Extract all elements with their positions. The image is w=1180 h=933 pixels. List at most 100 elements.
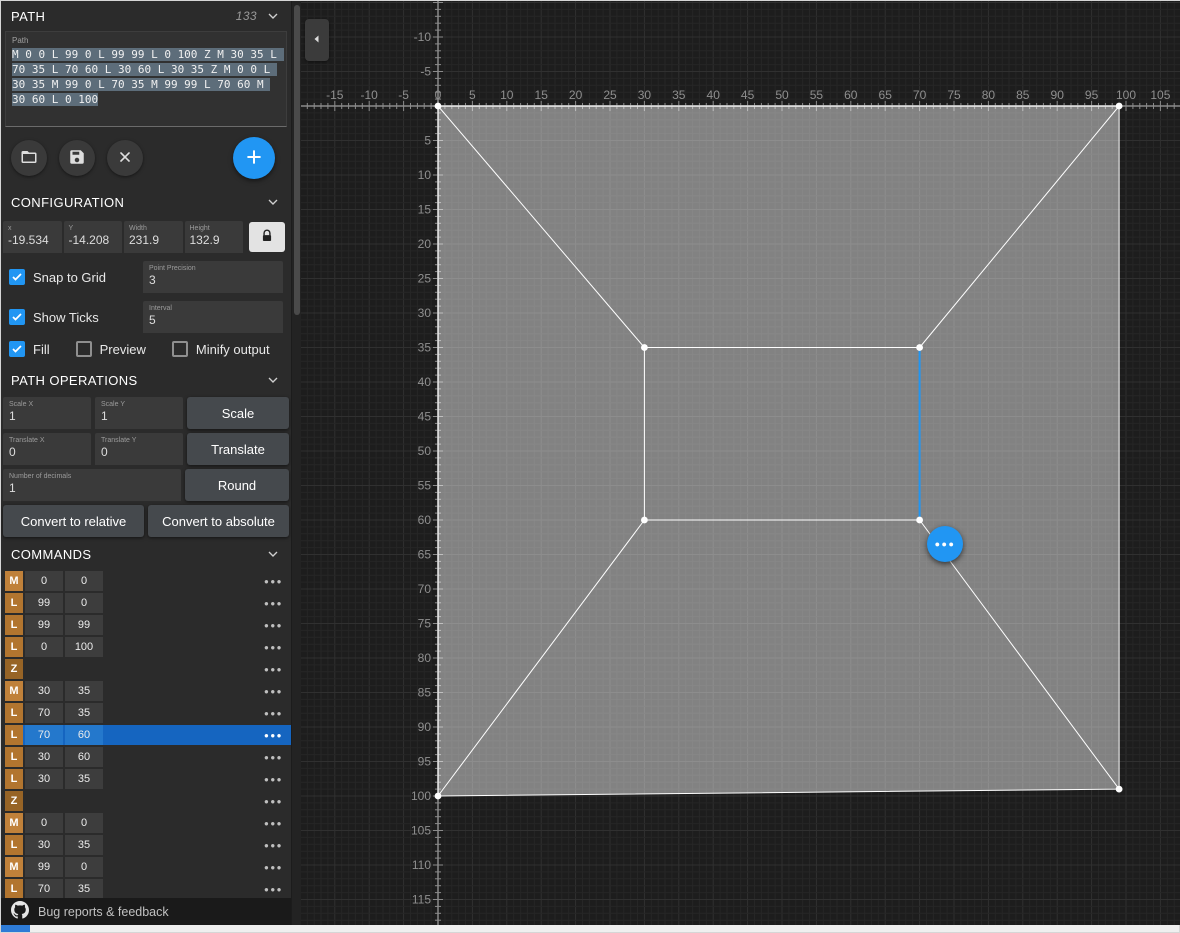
sidebar-scrollbar-thumb[interactable] — [294, 5, 300, 315]
point-precision-field[interactable]: Point Precision 3 — [143, 261, 283, 293]
command-menu-button[interactable]: ●●● — [264, 643, 283, 652]
command-value-cell[interactable]: 30 — [25, 769, 63, 789]
convert-to-relative-button[interactable]: Convert to relative — [3, 505, 144, 537]
command-type-badge[interactable]: L — [5, 769, 23, 789]
command-type-badge[interactable]: M — [5, 813, 23, 833]
convert-to-absolute-button[interactable]: Convert to absolute — [148, 505, 289, 537]
command-value-cell[interactable]: 0 — [25, 571, 63, 591]
command-value-cell[interactable]: 30 — [25, 835, 63, 855]
feedback-link[interactable]: Bug reports & feedback — [38, 905, 169, 919]
command-type-badge[interactable]: M — [5, 571, 23, 591]
feedback-footer[interactable]: Bug reports & feedback — [1, 898, 291, 925]
command-type-badge[interactable]: L — [5, 637, 23, 657]
command-menu-button[interactable]: ●●● — [264, 841, 283, 850]
command-value-cell[interactable]: 35 — [65, 769, 103, 789]
configuration-section-header[interactable]: CONFIGURATION — [1, 187, 291, 217]
collapse-sidebar-button[interactable] — [305, 19, 329, 61]
command-value-cell[interactable]: 30 — [25, 681, 63, 701]
command-type-badge[interactable]: M — [5, 857, 23, 877]
command-type-badge[interactable]: L — [5, 879, 23, 899]
command-value-cell[interactable]: 99 — [25, 615, 63, 635]
translate-x-field[interactable]: Translate X 0 — [3, 433, 91, 465]
command-menu-button[interactable]: ●●● — [264, 885, 283, 894]
command-menu-button[interactable]: ●●● — [264, 731, 283, 740]
command-row[interactable]: L9999●●● — [5, 615, 291, 635]
preview-checkbox[interactable] — [76, 341, 92, 357]
command-menu-button[interactable]: ●●● — [264, 665, 283, 674]
command-value-cell[interactable]: 35 — [65, 703, 103, 723]
command-row[interactable]: L7035 ●●● — [5, 703, 291, 723]
command-value-cell[interactable]: 35 — [65, 879, 103, 899]
commands-section-header[interactable]: COMMANDS — [1, 539, 291, 569]
command-menu-button[interactable]: ●●● — [264, 577, 283, 586]
sidebar-scrollbar[interactable] — [291, 1, 301, 925]
command-menu-button[interactable]: ●●● — [264, 753, 283, 762]
command-menu-button[interactable]: ●●● — [264, 819, 283, 828]
viewbox-y-field[interactable]: Y -14.208 — [64, 221, 123, 253]
command-value-cell[interactable]: 70 — [25, 703, 63, 723]
horizontal-scrollbar-thumb[interactable] — [1, 925, 30, 932]
command-value-cell[interactable]: 0 — [65, 571, 103, 591]
path-input[interactable]: Path M 0 0 L 99 0 L 99 99 L 0 100 Z M 30… — [5, 31, 287, 127]
canvas-svg[interactable]: -15-10-505101520253035404550556065707580… — [301, 1, 1180, 925]
command-row[interactable]: M990 ●●● — [5, 857, 291, 877]
command-type-badge[interactable]: L — [5, 593, 23, 613]
command-menu-button[interactable]: ●●● — [264, 709, 283, 718]
command-value-cell[interactable]: 0 — [25, 637, 63, 657]
minify-output-checkbox[interactable] — [172, 341, 188, 357]
horizontal-scrollbar[interactable] — [1, 925, 1179, 932]
command-row[interactable]: L7060 ●●● — [5, 725, 291, 745]
command-row[interactable]: L3035●●● — [5, 769, 291, 789]
command-type-badge[interactable]: L — [5, 725, 23, 745]
command-value-cell[interactable]: 99 — [25, 857, 63, 877]
command-menu-button[interactable]: ●●● — [264, 621, 283, 630]
command-menu-button[interactable]: ●●● — [264, 687, 283, 696]
command-row[interactable]: L0100 ●●● — [5, 637, 291, 657]
command-row[interactable]: L3060●●● — [5, 747, 291, 767]
command-type-badge[interactable]: L — [5, 835, 23, 855]
scale-button[interactable]: Scale — [187, 397, 289, 429]
command-row[interactable]: M00●●● — [5, 571, 291, 591]
snap-to-grid-checkbox[interactable] — [9, 269, 25, 285]
round-button[interactable]: Round — [185, 469, 289, 501]
command-row[interactable]: M3035 ●●● — [5, 681, 291, 701]
viewbox-x-field[interactable]: x -19.534 — [3, 221, 62, 253]
command-value-cell[interactable]: 99 — [25, 593, 63, 613]
command-value-cell[interactable]: 0 — [65, 813, 103, 833]
command-value-cell[interactable]: 0 — [25, 813, 63, 833]
command-type-badge[interactable]: L — [5, 703, 23, 723]
command-type-badge[interactable]: Z — [5, 791, 23, 811]
command-value-cell[interactable]: 0 — [65, 593, 103, 613]
command-type-badge[interactable]: L — [5, 747, 23, 767]
command-menu-button[interactable]: ●●● — [264, 863, 283, 872]
command-row[interactable]: L990●●● — [5, 593, 291, 613]
command-value-cell[interactable]: 60 — [65, 725, 103, 745]
command-menu-button[interactable]: ●●● — [264, 797, 283, 806]
translate-button[interactable]: Translate — [187, 433, 289, 465]
add-command-button[interactable] — [233, 137, 275, 179]
command-row[interactable]: Z ●●● — [5, 791, 291, 811]
point-context-menu-button[interactable]: ●●● — [927, 526, 963, 562]
scale-y-field[interactable]: Scale Y 1 — [95, 397, 183, 429]
interval-field[interactable]: Interval 5 — [143, 301, 283, 333]
scale-x-field[interactable]: Scale X 1 — [3, 397, 91, 429]
command-value-cell[interactable]: 35 — [65, 835, 103, 855]
command-value-cell[interactable]: 100 — [65, 637, 103, 657]
lock-viewbox-button[interactable] — [249, 222, 285, 252]
command-row[interactable]: L7035●●● — [5, 879, 291, 899]
command-value-cell[interactable]: 60 — [65, 747, 103, 767]
open-file-button[interactable] — [11, 140, 47, 176]
save-button[interactable] — [59, 140, 95, 176]
command-type-badge[interactable]: L — [5, 615, 23, 635]
command-value-cell[interactable]: 35 — [65, 681, 103, 701]
path-operations-section-header[interactable]: PATH OPERATIONS — [1, 365, 291, 395]
command-type-badge[interactable]: M — [5, 681, 23, 701]
decimals-field[interactable]: Number of decimals 1 — [3, 469, 181, 501]
command-value-cell[interactable]: 99 — [65, 615, 103, 635]
path-section-header[interactable]: PATH 133 — [1, 1, 291, 31]
command-value-cell[interactable]: 70 — [25, 725, 63, 745]
show-ticks-checkbox[interactable] — [9, 309, 25, 325]
command-value-cell[interactable]: 0 — [65, 857, 103, 877]
fill-checkbox[interactable] — [9, 341, 25, 357]
translate-y-field[interactable]: Translate Y 0 — [95, 433, 183, 465]
